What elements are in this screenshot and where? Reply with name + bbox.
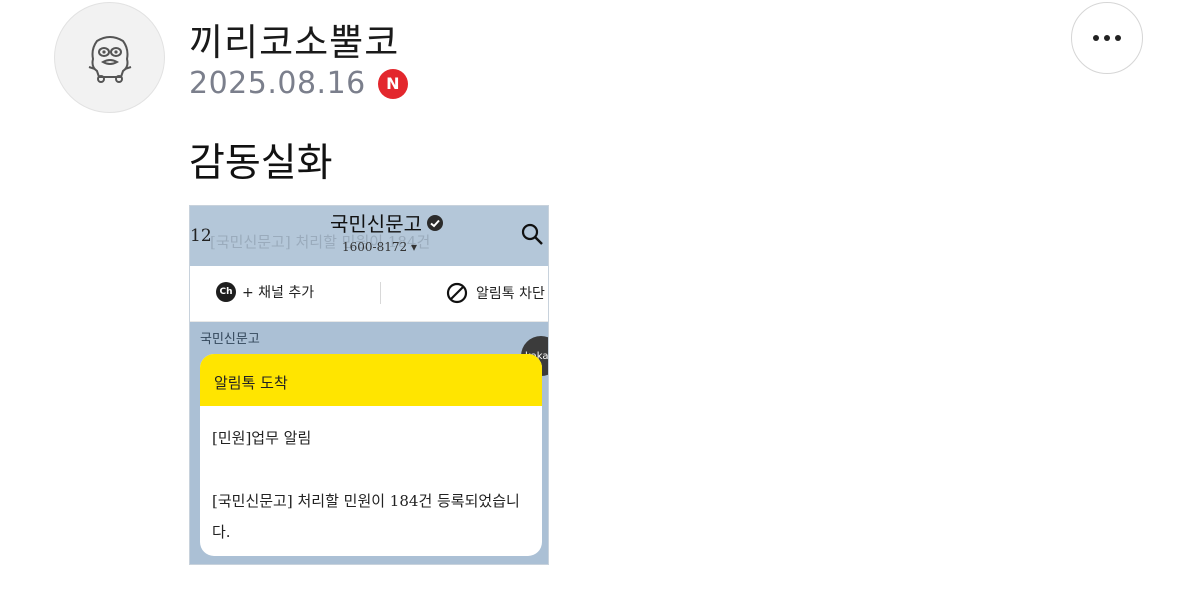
bubble-title: 알림톡 도착 [200, 354, 542, 406]
block-label: 알림톡 차단 [476, 286, 545, 302]
channel-icon: Ch [216, 282, 236, 302]
post-meta: 2025.08.16 N [189, 66, 408, 101]
new-badge: N [377, 68, 408, 99]
block-action: 알림톡 차단 [446, 282, 545, 304]
author-avatar[interactable] [54, 2, 165, 113]
channel-title: 국민신문고 [330, 208, 444, 237]
message-bubble: 알림톡 도착 [민원]업무 알림 [국민신문고] 처리할 민원이 184건 등록… [200, 354, 542, 556]
add-channel-action: Ch + 채널 추가 [216, 282, 314, 302]
channel-action-bar: Ch + 채널 추가 알림톡 차단 [190, 266, 548, 322]
divider [380, 282, 381, 304]
attached-image[interactable]: 12 [국민신문고] 처리할 민원이 184건 국민신문고 1600-8172 … [189, 205, 549, 565]
add-channel-label: + 채널 추가 [242, 285, 315, 301]
status-time: 12 [190, 226, 212, 246]
author-name[interactable]: 끼리코소뿔코 [189, 12, 399, 66]
verified-badge-icon [427, 214, 443, 231]
sender-name: 국민신문고 [200, 332, 260, 347]
more-options-button[interactable] [1071, 2, 1143, 74]
post-text: 감동실화 [189, 141, 333, 186]
character-avatar-icon [88, 35, 131, 83]
channel-phone: 1600-8172 ▾ [342, 240, 417, 254]
chat-header: 12 [국민신문고] 처리할 민원이 184건 국민신문고 1600-8172 … [190, 206, 548, 266]
post-date: 2025.08.16 [189, 66, 366, 101]
bubble-line-1: [민원]업무 알림 [212, 429, 312, 447]
bubble-line-2: [국민신문고] 처리할 민원이 184건 등록되었습니다. [212, 492, 520, 541]
search-icon [521, 223, 543, 245]
more-dots-icon [1093, 35, 1121, 41]
block-icon [446, 282, 468, 304]
channel-title-text: 국민신문고 [330, 212, 422, 236]
